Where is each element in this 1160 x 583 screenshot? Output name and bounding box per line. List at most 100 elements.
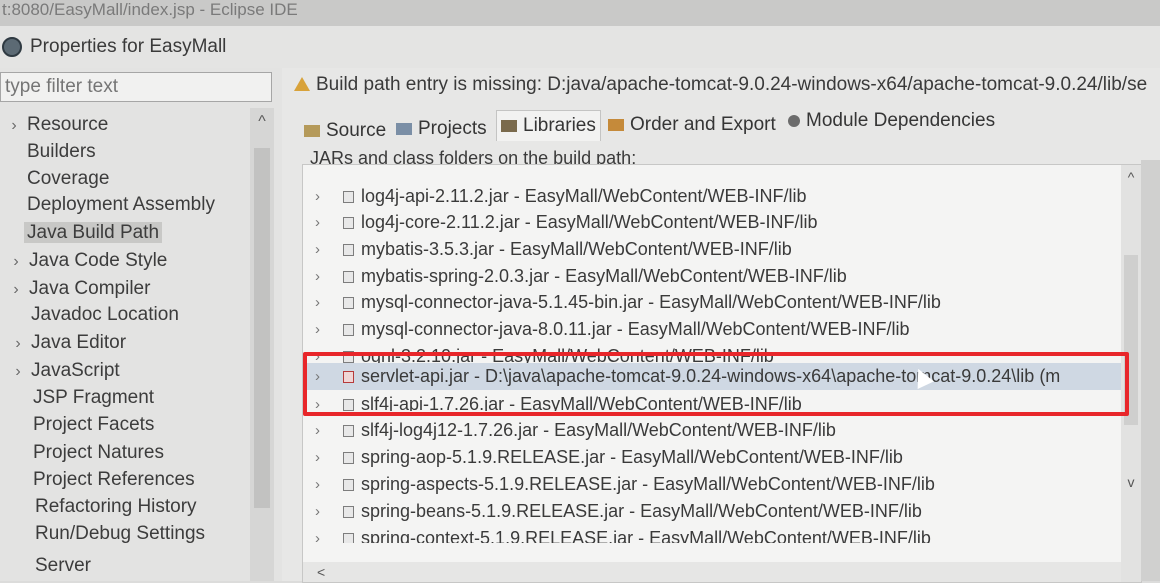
- jar-entry-label: spring-aop-5.1.9.RELEASE.jar - EasyMall/…: [361, 447, 903, 467]
- tab-projects[interactable]: Projects: [396, 114, 487, 144]
- sidebar-item-label: JavaScript: [31, 360, 120, 381]
- projects-icon: [396, 123, 412, 135]
- sidebar-item-label: JSP Fragment: [33, 387, 155, 408]
- sidebar-item-label: Builders: [27, 141, 96, 162]
- chevron-right-icon[interactable]: ›: [315, 444, 320, 471]
- chevron-up-icon[interactable]: ^: [1121, 169, 1141, 185]
- jar-entry-label: log4j-api-2.11.2.jar - EasyMall/WebConte…: [361, 186, 807, 206]
- tab-module-dependencies[interactable]: Module Dependencies: [788, 106, 995, 136]
- java-build-path-page: Build path entry is missing: D:java/apac…: [282, 68, 1160, 583]
- jar-icon: [343, 324, 354, 336]
- sidebar-item-label: Java Compiler: [29, 278, 151, 299]
- chevron-right-icon[interactable]: ›: [8, 359, 28, 385]
- chevron-right-icon[interactable]: ›: [315, 289, 320, 316]
- tab-label: Projects: [418, 118, 487, 139]
- tab-label: Source: [326, 120, 387, 141]
- sidebar-item-run-debug-settings[interactable]: Run/Debug Settings: [12, 521, 208, 547]
- chevron-right-icon[interactable]: ›: [315, 263, 320, 290]
- jar-entry-label: slf4j-log4j12-1.7.26.jar - EasyMall/WebC…: [361, 420, 836, 440]
- sidebar-item-label: Java Build Path: [24, 222, 163, 243]
- list-item[interactable]: › slf4j-log4j12-1.7.26.jar - EasyMall/Web…: [303, 417, 1121, 444]
- sidebar-item-project-references[interactable]: Project References: [10, 467, 198, 493]
- chevron-right-icon[interactable]: ›: [8, 331, 28, 357]
- sidebar-item-jsp-fragment[interactable]: JSP Fragment: [10, 385, 157, 411]
- sidebar-item-project-natures[interactable]: Project Natures: [10, 440, 167, 466]
- properties-sidebar: ›Resource Builders Coverage Deployment A…: [0, 68, 282, 581]
- chevron-right-icon[interactable]: ›: [6, 277, 26, 303]
- tab-source[interactable]: Source: [304, 116, 386, 146]
- chevron-left-icon[interactable]: <: [317, 562, 325, 582]
- order-export-icon: [608, 119, 624, 131]
- source-folder-icon: [304, 125, 320, 137]
- libraries-icon: [501, 120, 517, 132]
- filter-input[interactable]: [0, 72, 272, 102]
- list-item[interactable]: › spring-beans-5.1.9.RELEASE.jar - EasyMa…: [303, 498, 1121, 525]
- sidebar-item-javascript[interactable]: › JavaScript: [8, 358, 123, 384]
- eclipse-icon: [2, 37, 22, 57]
- list-horizontal-scrollbar[interactable]: <: [303, 562, 1121, 582]
- scrollbar-thumb[interactable]: [254, 148, 270, 508]
- tab-label: Order and Export: [630, 114, 776, 135]
- list-item[interactable]: › mysql-connector-java-5.1.45-bin.jar - E…: [303, 289, 1121, 316]
- list-item[interactable]: › spring-context-5.1.9.RELEASE.jar - Easy…: [303, 525, 1121, 543]
- tab-order-and-export[interactable]: Order and Export: [608, 110, 776, 140]
- sidebar-item-java-build-path[interactable]: Java Build Path: [4, 220, 163, 246]
- tab-label: Module Dependencies: [806, 110, 996, 131]
- chevron-right-icon[interactable]: ›: [6, 249, 26, 275]
- list-item[interactable]: › log4j-core-2.11.2.jar - EasyMall/WebCon…: [303, 209, 1121, 236]
- sidebar-item-project-facets[interactable]: Project Facets: [10, 412, 157, 438]
- chevron-right-icon[interactable]: ›: [4, 113, 24, 139]
- sidebar-item-builders[interactable]: Builders: [4, 139, 99, 165]
- tab-libraries[interactable]: Libraries: [496, 110, 601, 141]
- chevron-right-icon[interactable]: ›: [315, 525, 320, 543]
- chevron-right-icon[interactable]: ›: [315, 316, 320, 343]
- chevron-down-icon[interactable]: v: [1121, 474, 1141, 490]
- sidebar-item-coverage[interactable]: Coverage: [4, 166, 112, 192]
- list-item[interactable]: › mybatis-3.5.3.jar - EasyMall/WebContent…: [303, 236, 1121, 263]
- sidebar-item-label: Server: [35, 555, 91, 576]
- warning-icon: [294, 77, 310, 91]
- jar-entry-label: mybatis-3.5.3.jar - EasyMall/WebContent/…: [361, 239, 792, 259]
- button-column-edge: [1141, 160, 1160, 581]
- jar-icon: [343, 506, 354, 518]
- sidebar-item-javadoc-location[interactable]: Javadoc Location: [8, 302, 182, 328]
- chevron-right-icon[interactable]: ›: [315, 471, 320, 498]
- window-title: t:8080/EasyMall/index.jsp - Eclipse IDE: [2, 0, 298, 19]
- jar-icon: [343, 533, 354, 543]
- sidebar-item-label: Java Code Style: [29, 250, 168, 271]
- jar-icon: [343, 217, 354, 229]
- sidebar-item-label: Project Natures: [33, 442, 164, 463]
- chevron-right-icon[interactable]: ›: [315, 498, 320, 525]
- list-item[interactable]: › spring-aspects-5.1.9.RELEASE.jar - Easy…: [303, 471, 1121, 498]
- sidebar-scrollbar[interactable]: ^: [250, 108, 274, 581]
- chevron-right-icon[interactable]: ›: [315, 236, 320, 263]
- jar-icon: [343, 244, 354, 256]
- list-item[interactable]: › log4j-api-2.11.2.jar - EasyMall/WebCont…: [303, 183, 1121, 210]
- dialog-header: Properties for EasyMall: [0, 26, 1160, 68]
- sidebar-item-java-editor[interactable]: › Java Editor: [8, 330, 129, 356]
- sidebar-item-java-code-style[interactable]: › Java Code Style: [6, 248, 170, 274]
- jar-entry-label: mysql-connector-java-8.0.11.jar - EasyMa…: [361, 319, 910, 339]
- sidebar-item-label: Deployment Assembly: [27, 194, 215, 215]
- jar-icon: [343, 425, 354, 437]
- sidebar-item-refactoring-history[interactable]: Refactoring History: [12, 494, 200, 520]
- sidebar-item-server[interactable]: Server: [12, 553, 94, 579]
- warning-message: Build path entry is missing: D:java/apac…: [282, 68, 1160, 104]
- list-item[interactable]: › spring-aop-5.1.9.RELEASE.jar - EasyMall…: [303, 444, 1121, 471]
- dialog-title: Properties for EasyMall: [30, 36, 227, 57]
- chevron-up-icon[interactable]: ^: [250, 108, 274, 136]
- list-item[interactable]: › mysql-connector-java-8.0.11.jar - EasyM…: [303, 316, 1121, 343]
- list-item[interactable]: › mybatis-spring-2.0.3.jar - EasyMall/Web…: [303, 263, 1121, 290]
- jar-icon: [343, 452, 354, 464]
- chevron-right-icon[interactable]: ›: [315, 417, 320, 444]
- sidebar-item-deployment-assembly[interactable]: Deployment Assembly: [4, 192, 218, 218]
- sidebar-item-label: Run/Debug Settings: [35, 523, 206, 544]
- sidebar-item-resource[interactable]: › Resource: [4, 112, 111, 138]
- sidebar-item-java-compiler[interactable]: › Java Compiler: [6, 276, 153, 302]
- chevron-right-icon[interactable]: ›: [315, 183, 320, 210]
- jar-entry-label: mysql-connector-java-5.1.45-bin.jar - Ea…: [361, 292, 941, 312]
- sidebar-item-label: Refactoring History: [35, 496, 197, 517]
- chevron-right-icon[interactable]: ›: [315, 209, 320, 236]
- jar-entry-label: spring-beans-5.1.9.RELEASE.jar - EasyMal…: [361, 501, 922, 521]
- sidebar-item-label: Resource: [27, 114, 109, 135]
